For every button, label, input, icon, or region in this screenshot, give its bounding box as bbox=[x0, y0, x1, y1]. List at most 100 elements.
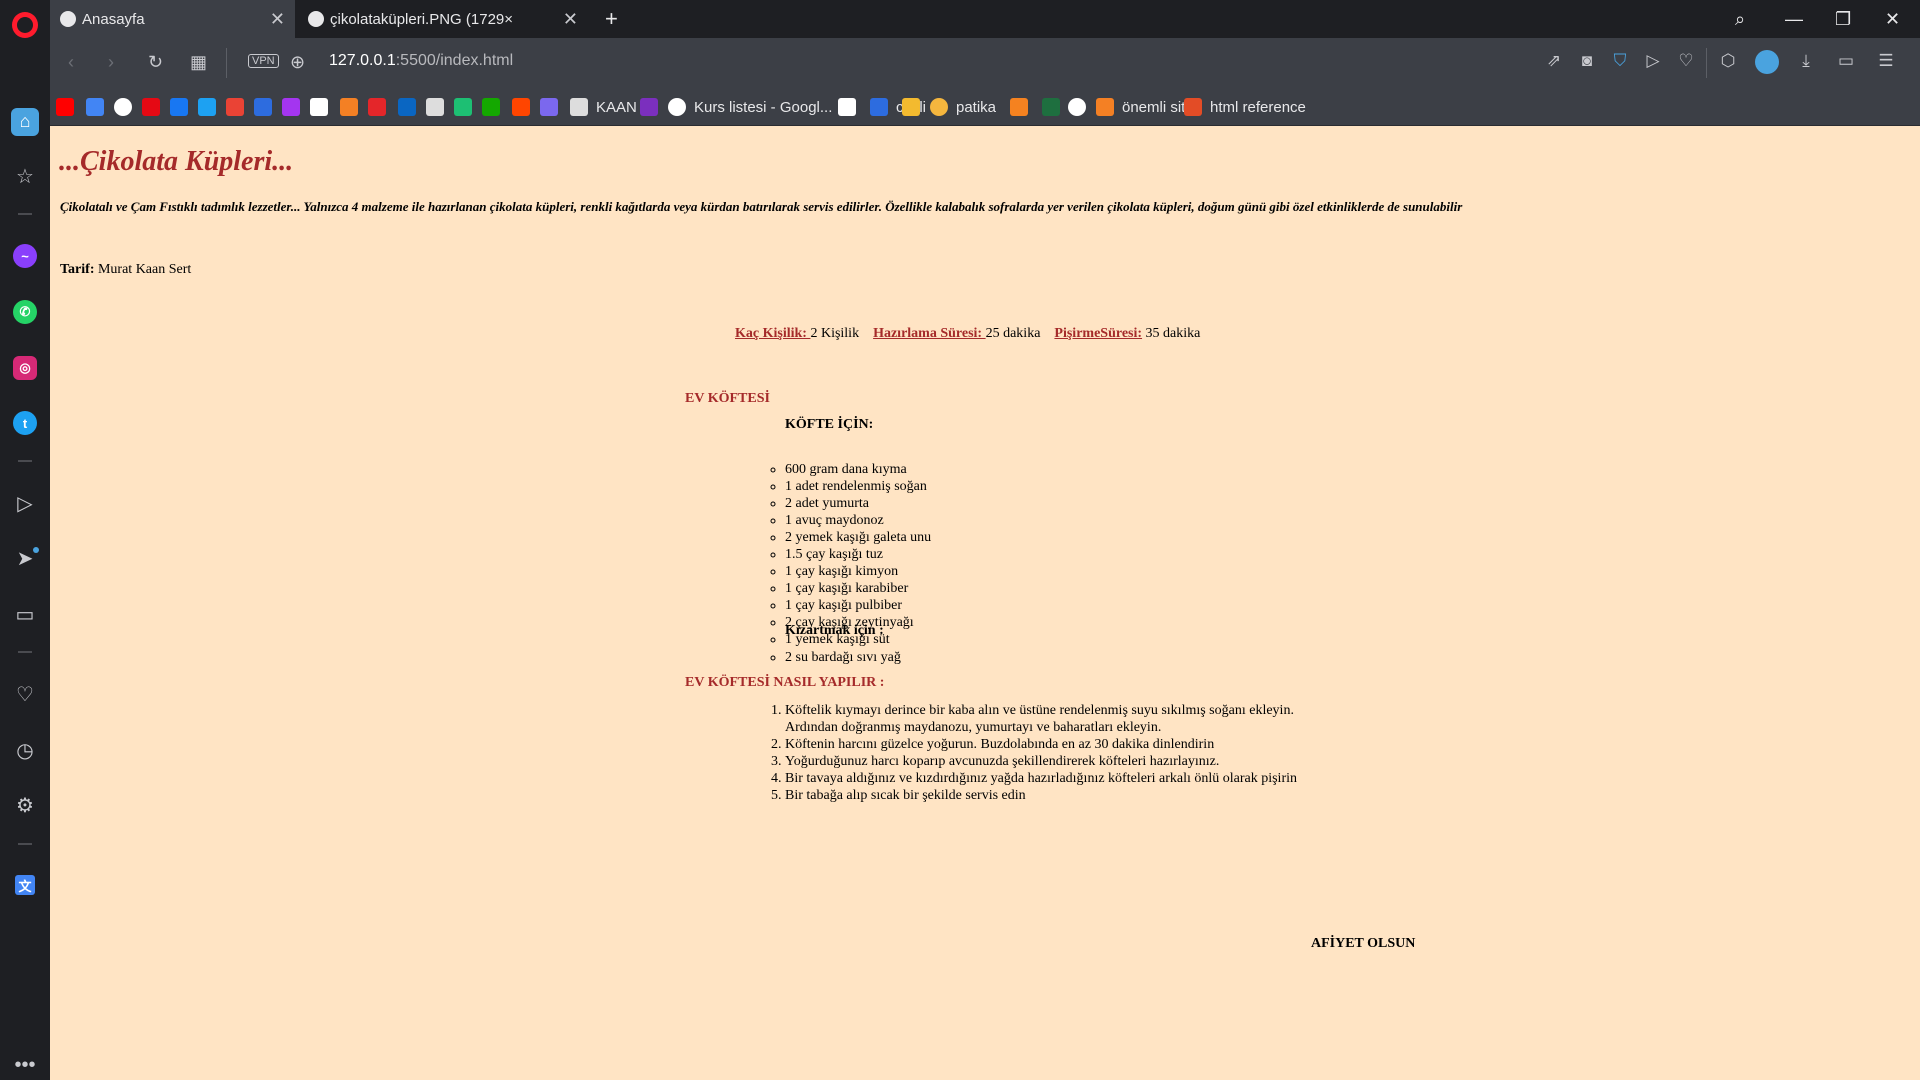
snapshot-icon[interactable]: ◙ bbox=[1577, 51, 1597, 71]
sidebar-divider bbox=[18, 651, 32, 654]
heart-icon[interactable]: ♡ bbox=[10, 679, 40, 709]
vpn-badge[interactable]: VPN bbox=[248, 54, 279, 68]
close-tab-icon[interactable]: ✕ bbox=[563, 9, 578, 30]
bookmark-item[interactable]: önemli site bbox=[1096, 97, 1194, 117]
site-icon bbox=[340, 98, 358, 116]
history-icon[interactable]: ◷ bbox=[10, 735, 40, 765]
bookmark-item[interactable] bbox=[282, 97, 308, 117]
c-icon bbox=[870, 98, 888, 116]
bookmark-item[interactable] bbox=[198, 97, 224, 117]
step-item: Köftenin harcını güzelce yoğurun. Buzdol… bbox=[785, 736, 1345, 753]
bookmark-item[interactable] bbox=[1068, 97, 1094, 117]
shield-icon[interactable]: ⛉ bbox=[1610, 51, 1630, 71]
minimize-button[interactable]: — bbox=[1785, 0, 1803, 38]
code-icon bbox=[838, 98, 856, 116]
close-tab-icon[interactable]: ✕ bbox=[270, 9, 285, 30]
tab-image[interactable]: çikolataküpleri.PNG (1729× ✕ bbox=[298, 0, 588, 38]
bookmark-item[interactable] bbox=[340, 97, 366, 117]
opera-logo-icon[interactable] bbox=[12, 12, 38, 38]
share-icon[interactable]: ⇗ bbox=[1544, 51, 1564, 71]
download-icon[interactable]: ⤓ bbox=[1796, 51, 1816, 71]
close-window-button[interactable]: ✕ bbox=[1885, 0, 1900, 38]
notification-dot bbox=[33, 546, 39, 553]
bookmark-item[interactable] bbox=[170, 97, 196, 117]
prep-value: 25 dakika bbox=[985, 326, 1041, 341]
bookmark-item[interactable] bbox=[902, 97, 928, 117]
url-path: :5500/index.html bbox=[395, 52, 514, 69]
google-icon bbox=[114, 98, 132, 116]
sidebar-divider bbox=[18, 213, 32, 216]
ingredient-item: 2 su bardağı sıvı yağ bbox=[785, 649, 901, 666]
bookmark-item[interactable] bbox=[1010, 97, 1036, 117]
bookmark-item[interactable] bbox=[254, 97, 280, 117]
translate-icon[interactable]: 文 bbox=[10, 871, 40, 901]
btk-icon bbox=[426, 98, 444, 116]
settings-icon[interactable]: ⚙ bbox=[10, 791, 40, 821]
netflix-icon bbox=[142, 98, 160, 116]
send-page-icon[interactable]: ▷ bbox=[1643, 51, 1663, 71]
tab-anasayfa[interactable]: Anasayfa ✕ bbox=[50, 0, 295, 38]
bookmark-item[interactable] bbox=[226, 97, 252, 117]
whatsapp-icon[interactable]: ✆ bbox=[10, 297, 40, 327]
search-tabs-icon[interactable]: ⌕ bbox=[1735, 0, 1745, 38]
bookmark-item[interactable] bbox=[142, 97, 168, 117]
bookmark-item[interactable] bbox=[368, 97, 394, 117]
reload-icon[interactable]: ↻ bbox=[148, 52, 163, 73]
battery-saver-icon[interactable]: ▭ bbox=[1836, 51, 1856, 71]
tabs-grid-icon[interactable]: ▦ bbox=[190, 52, 207, 73]
bookmark-item[interactable] bbox=[310, 97, 336, 117]
bookmark-item[interactable] bbox=[398, 97, 424, 117]
browser-window: ⌂ ☆ ~ ✆ ◎ t ▷ ➤ ▭ ♡ ◷ ⚙ 文 ••• Anasayfa ✕… bbox=[0, 0, 1920, 1080]
site-info-icon[interactable]: ⊕ bbox=[290, 52, 305, 73]
bookmark-item[interactable] bbox=[1042, 97, 1068, 117]
messenger-icon[interactable]: ~ bbox=[10, 241, 40, 271]
step-item: Yoğurduğunuz harcı koparıp avcunuzda şek… bbox=[785, 753, 1345, 770]
document-icon bbox=[570, 98, 588, 116]
star-icon[interactable]: ☆ bbox=[10, 162, 40, 192]
send-icon[interactable]: ➤ bbox=[10, 544, 40, 574]
forward-icon[interactable]: › bbox=[108, 52, 114, 73]
bookmark-heart-icon[interactable]: ♡ bbox=[1676, 51, 1696, 71]
bookmark-item[interactable] bbox=[640, 97, 666, 117]
sidebar-divider bbox=[18, 460, 32, 463]
site-icon bbox=[1042, 98, 1060, 116]
tab-title: çikolataküpleri.PNG (1729× bbox=[330, 10, 514, 28]
bookmark-item[interactable] bbox=[482, 97, 508, 117]
site-icon bbox=[540, 98, 558, 116]
upwork-icon bbox=[482, 98, 500, 116]
bookmark-item[interactable]: patika bbox=[930, 97, 996, 117]
more-icon[interactable]: ••• bbox=[10, 1050, 40, 1080]
youtube-icon bbox=[56, 98, 74, 116]
player-icon[interactable]: ▷ bbox=[10, 488, 40, 518]
new-tab-button[interactable]: + bbox=[595, 0, 628, 38]
bookmark-item[interactable] bbox=[838, 97, 864, 117]
bookmark-item[interactable] bbox=[454, 97, 480, 117]
cook-label: PişirmeSüresi: bbox=[1054, 326, 1143, 341]
bookmark-item[interactable] bbox=[56, 97, 82, 117]
profile-avatar[interactable] bbox=[1755, 50, 1779, 74]
ingredient-item: 1 çay kaşığı pulbiber bbox=[785, 597, 931, 614]
restore-button[interactable]: ❐ bbox=[1835, 0, 1851, 38]
bookmark-item[interactable]: html reference bbox=[1184, 97, 1306, 117]
site-icon bbox=[1184, 98, 1202, 116]
easy-setup-icon[interactable]: ☰ bbox=[1876, 51, 1896, 71]
extensions-icon[interactable]: ⬡ bbox=[1718, 51, 1738, 71]
twitter-icon[interactable]: t bbox=[10, 409, 40, 439]
bookmark-item[interactable] bbox=[426, 97, 452, 117]
url-field[interactable]: 127.0.0.1:5500/index.html bbox=[329, 52, 513, 70]
instagram-icon[interactable]: ◎ bbox=[10, 353, 40, 383]
globe-icon bbox=[60, 11, 76, 27]
bookmark-item[interactable] bbox=[114, 97, 140, 117]
bookmark-item[interactable] bbox=[512, 97, 538, 117]
back-icon[interactable]: ‹ bbox=[68, 52, 74, 73]
home-icon[interactable]: ⌂ bbox=[11, 107, 39, 136]
wallet-icon[interactable]: ▭ bbox=[10, 600, 40, 630]
bookmark-item[interactable]: Kurs listesi - Googl... bbox=[668, 97, 832, 117]
ingredient-item: 1 çay kaşığı kimyon bbox=[785, 563, 931, 580]
bookmark-item[interactable] bbox=[86, 97, 112, 117]
ingredient-item: 1 çay kaşığı karabiber bbox=[785, 580, 931, 597]
prep-label: Hazırlama Süresi: bbox=[873, 326, 986, 341]
section-title: EV KÖFTESİ bbox=[685, 391, 770, 406]
bookmark-item[interactable]: KAAN bbox=[570, 97, 637, 117]
bookmark-item[interactable] bbox=[540, 97, 566, 117]
